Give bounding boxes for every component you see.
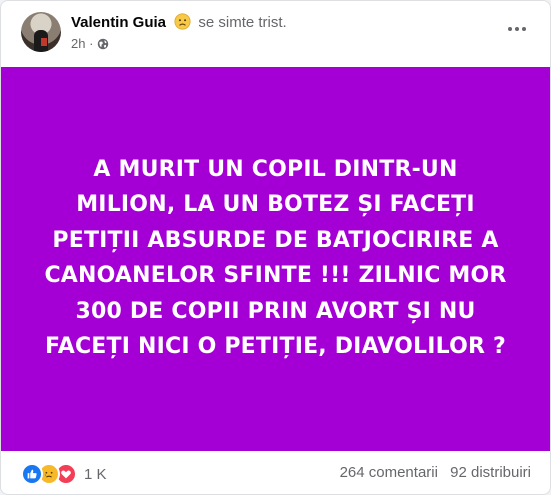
like-icon — [21, 463, 43, 485]
reactions-summary[interactable]: 1 K — [21, 463, 107, 485]
post-header: Valentin Guia se simte trist. 2h · — [1, 1, 550, 67]
avatar-detail — [41, 38, 47, 46]
more-options-button[interactable] — [502, 19, 532, 39]
post-text: A MURIT UN COPIL DINTR-UN MILION, LA UN … — [44, 156, 507, 360]
dot-icon — [508, 27, 512, 31]
post-time[interactable]: 2h · — [71, 36, 93, 51]
shares-count[interactable]: 92 distribuiri — [450, 464, 531, 481]
author-line: Valentin Guia se simte trist. — [71, 13, 287, 31]
reaction-count: 1 K — [84, 465, 107, 483]
dot-icon — [522, 27, 526, 31]
globe-icon — [98, 38, 109, 49]
dot-icon — [515, 27, 519, 31]
comments-count[interactable]: 264 comentarii — [340, 464, 438, 481]
author-name[interactable]: Valentin Guia — [71, 14, 166, 31]
sad-face-icon — [174, 13, 191, 30]
post-card: Valentin Guia se simte trist. 2h · A MUR… — [0, 0, 551, 495]
post-background[interactable]: A MURIT UN COPIL DINTR-UN MILION, LA UN … — [1, 67, 550, 451]
post-meta: 2h · — [71, 36, 109, 51]
engagement-stats: 264 comentarii 92 distribuiri — [332, 464, 531, 481]
post-footer: 1 K 264 comentarii 92 distribuiri — [1, 451, 550, 494]
feeling-text: se simte trist. — [198, 14, 287, 31]
avatar[interactable] — [21, 12, 61, 52]
